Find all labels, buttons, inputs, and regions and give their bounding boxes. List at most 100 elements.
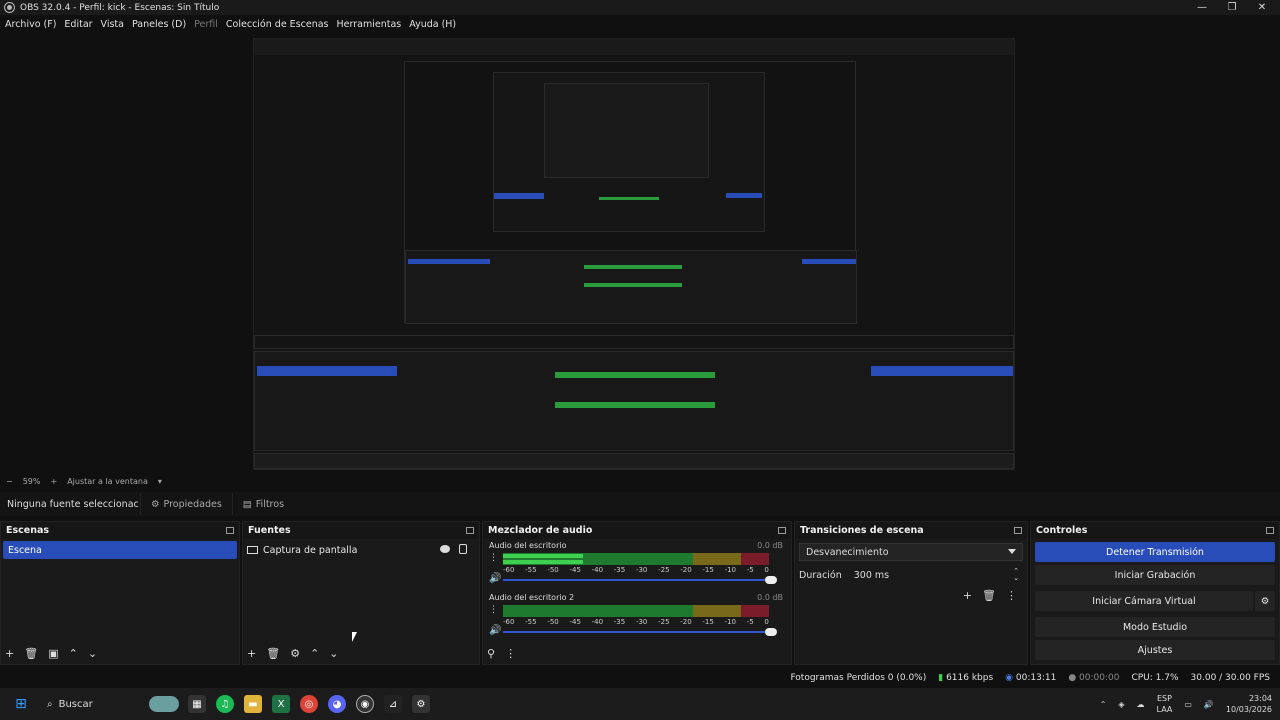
chevron-up-icon[interactable]: ⌃ [310,647,319,660]
menu-ayuda[interactable]: Ayuda (H) [409,19,456,30]
volume-slider[interactable] [503,576,777,584]
spin-buttons[interactable]: ⌃ ⌄ [1013,568,1019,582]
chevron-down-icon[interactable]: ⌄ [329,647,338,660]
chevron-down-icon[interactable]: ⌄ [88,647,97,660]
settings-gear-icon[interactable]: ⚙ [412,695,430,713]
transition-toolbar: + 🗑 ⋮ [795,589,1027,602]
scale-tick: -15 [702,618,714,626]
menu-editar[interactable]: Editar [64,19,92,30]
nested-audio-meter-2 [555,402,715,408]
stop-streaming-button[interactable]: Detener Transmisión [1035,542,1275,562]
bitrate: ▮ 6116 kbps [938,673,993,683]
slider-handle[interactable] [765,628,777,636]
maximize-button[interactable]: ❐ [1217,0,1247,15]
menu-coleccion-escenas[interactable]: Colección de Escenas [226,19,329,30]
minimize-button[interactable]: — [1187,0,1217,15]
speaker-icon[interactable]: 🔊 [489,625,501,636]
scale-tick: -20 [680,618,692,626]
chrome-icon[interactable]: ◎ [300,695,318,713]
add-icon[interactable]: + [5,647,14,660]
menu-herramientas[interactable]: Herramientas [337,19,402,30]
clock[interactable]: 23:04 10/03/2026 [1226,693,1272,715]
scene-item[interactable]: Escena [3,541,237,559]
chevron-up-icon[interactable]: ⌃ [69,647,78,660]
stream-icon: ◉ [1005,673,1014,683]
source-item[interactable]: Captura de pantalla [247,541,475,559]
menu-vista[interactable]: Vista [101,19,124,30]
sources-toolbar: + 🗑 ⚙ ⌃ ⌄ [243,642,479,664]
spotify-icon[interactable]: ♫ [216,695,234,713]
more-vertical-icon[interactable]: ⋮ [505,647,516,660]
windows-start-icon[interactable]: ⊞ [12,695,30,713]
close-button[interactable]: ✕ [1247,0,1277,15]
scale-tick: -30 [635,566,648,574]
task-view-icon[interactable]: ▦ [188,695,206,713]
preview-canvas[interactable] [253,38,1015,470]
duration-input[interactable]: 300 ms [854,570,889,581]
more-vertical-icon[interactable]: ⋮ [489,553,498,563]
meter-level-left [503,554,583,558]
cpu-usage: CPU: 1.7% [1131,673,1179,683]
settings-button[interactable]: Ajustes [1035,640,1275,660]
obs-icon[interactable]: ◉ [356,695,374,713]
undock-icon[interactable] [778,527,786,534]
undock-icon[interactable] [1266,527,1274,534]
duration-row: Duración 300 ms ⌃ ⌄ [795,565,1027,585]
display-icon[interactable]: ▭ [1184,700,1192,709]
nested-preview-3 [544,83,709,178]
eye-icon[interactable] [440,545,450,553]
slider-handle[interactable] [765,576,777,584]
link-icon[interactable]: ⚲ [487,647,495,660]
more-vertical-icon[interactable]: ⋮ [489,605,498,615]
excel-icon[interactable]: X [272,695,290,713]
zoom-bar: − 59% + Ajustar a la ventana ▾ [0,474,1280,488]
add-icon[interactable]: + [247,647,256,660]
signal-icon: ▮ [938,673,944,683]
trash-icon[interactable]: 🗑 [982,589,996,602]
track-name: Audio del escritorio 2 [489,593,575,602]
title-bar: OBS 32.0.4 - Perfil: kick - Escenas: Sin… [0,0,1280,15]
taskbar-search[interactable]: ⌕ Buscar [43,693,183,715]
transition-select[interactable]: Desvanecimiento [799,543,1023,561]
undock-icon[interactable] [1014,527,1022,534]
zoom-in-button[interactable]: + [50,477,57,486]
trash-icon[interactable]: 🗑 [266,647,280,660]
scale-tick: -50 [547,618,559,626]
virtual-cam-settings-gear-icon[interactable]: ⚙ [1255,591,1275,611]
trash-icon[interactable]: 🗑 [24,647,38,660]
preview-area[interactable] [0,33,1280,473]
more-vertical-icon[interactable]: ⋮ [1006,589,1017,602]
filters-icon[interactable]: ▣ [48,647,58,660]
undock-icon[interactable] [226,527,234,534]
cloud-icon[interactable]: ☁ [1137,700,1145,709]
properties-button[interactable]: ⚙ Propiedades [140,493,232,515]
chevron-down-icon[interactable]: ▾ [158,477,162,486]
speaker-icon[interactable]: 🔊 [489,573,501,584]
start-recording-button[interactable]: Iniciar Grabación [1035,565,1275,585]
volume-icon[interactable]: 🔊 [1204,700,1214,709]
add-icon[interactable]: + [963,589,972,602]
menu-archivo[interactable]: Archivo (F) [5,19,56,30]
volume-slider[interactable] [503,628,777,636]
network-icon[interactable]: ◈ [1118,700,1124,709]
undock-icon[interactable] [466,527,474,534]
controls-title: Controles [1036,525,1088,536]
fit-window-select[interactable]: Ajustar a la ventana [67,477,148,486]
scale-tick: -55 [525,566,537,574]
start-virtual-camera-button[interactable]: Iniciar Cámara Virtual [1035,591,1253,611]
studio-mode-button[interactable]: Modo Estudio [1035,617,1275,637]
zoom-out-button[interactable]: − [6,477,13,486]
menu-paneles[interactable]: Paneles (D) [132,19,186,30]
file-explorer-icon[interactable]: ▬ [244,695,262,713]
menu-perfil[interactable]: Perfil [194,19,218,30]
chevron-up-icon[interactable]: ⌃ [1100,700,1107,709]
lock-icon[interactable] [459,544,467,554]
gear-icon[interactable]: ⚙ [290,647,300,660]
app-icon[interactable]: ⊿ [384,695,402,713]
discord-icon[interactable]: ◕ [328,695,346,713]
track-name: Audio del escritorio [489,541,567,550]
language-indicator[interactable]: ESP LAA [1157,693,1173,715]
scale-tick: -10 [724,618,736,626]
scenes-dock-header: Escenas [1,522,239,539]
filters-button[interactable]: ▤ Filtros [231,493,294,515]
